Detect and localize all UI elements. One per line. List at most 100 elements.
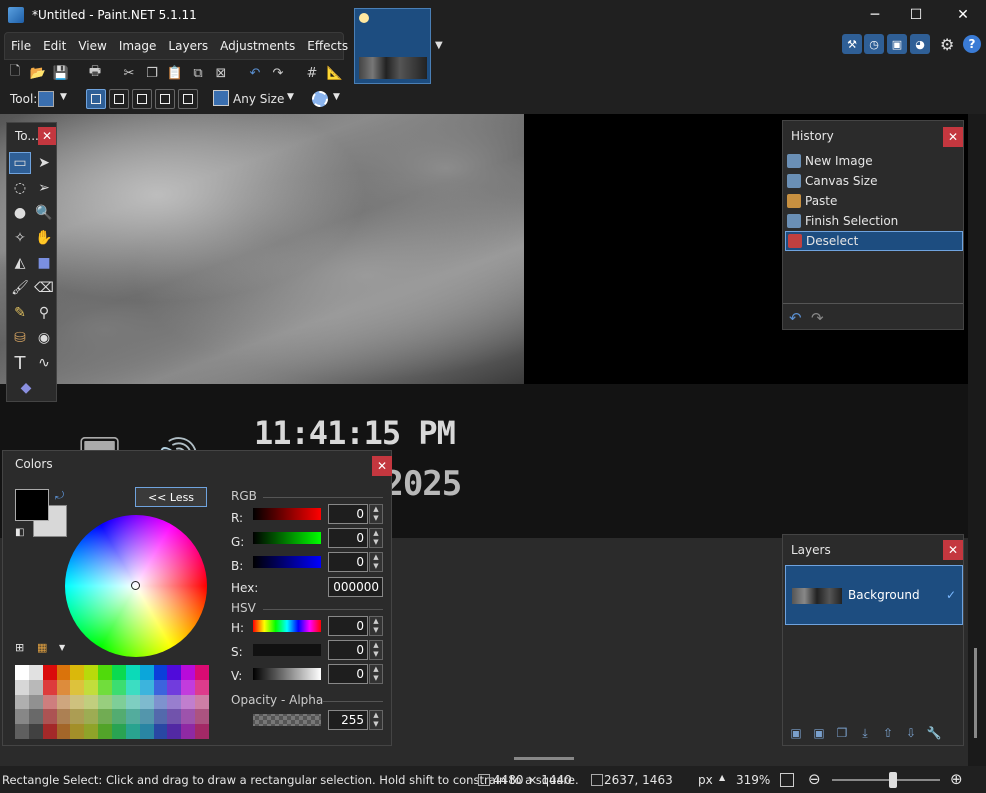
palette-swatch[interactable] — [84, 709, 99, 725]
palette-swatch[interactable] — [98, 709, 112, 725]
palette-swatch[interactable] — [139, 709, 154, 725]
palette-swatch[interactable] — [84, 724, 99, 739]
magic-wand-icon[interactable]: ✧ — [9, 227, 31, 249]
zoom-slider[interactable] — [832, 779, 940, 781]
text-icon[interactable]: T — [9, 352, 31, 374]
colors-window-toggle-icon[interactable]: ◕ — [910, 34, 930, 54]
palette-swatch[interactable] — [139, 724, 154, 739]
history-window-toggle-icon[interactable]: ◷ — [864, 34, 884, 54]
tool-dropdown-chevron-icon[interactable]: ▼ — [60, 92, 67, 102]
palette-swatch[interactable] — [195, 665, 209, 680]
current-tool-rectangle-select-icon[interactable] — [38, 91, 54, 107]
red-input[interactable]: 0 — [328, 504, 368, 524]
hex-input[interactable]: 000000 — [328, 577, 383, 597]
palette-swatch[interactable] — [181, 709, 196, 725]
palette-swatch[interactable] — [70, 665, 85, 680]
palette-swatch[interactable] — [28, 709, 43, 725]
palette-swatch[interactable] — [195, 694, 209, 710]
palette-swatch[interactable] — [42, 709, 57, 725]
palette-swatch[interactable] — [84, 665, 99, 680]
blue-input[interactable]: 0 — [328, 552, 368, 572]
image-list-menu-icon[interactable]: ▼ — [435, 40, 443, 51]
primary-color-swatch[interactable] — [15, 489, 49, 521]
pencil-icon[interactable]: ✎ — [9, 302, 31, 324]
copy-icon[interactable]: ❐ — [142, 63, 162, 83]
palette-swatch[interactable] — [153, 665, 168, 680]
move-layer-down-icon[interactable]: ⇩ — [902, 725, 920, 741]
menu-edit[interactable]: Edit — [37, 39, 72, 53]
new-image-icon[interactable]: 🗋 — [5, 63, 25, 83]
palette-swatch[interactable] — [84, 694, 99, 710]
palette-swatch[interactable] — [15, 679, 29, 695]
palette-swatch[interactable] — [153, 679, 168, 695]
tools-close-icon[interactable]: ✕ — [38, 127, 56, 145]
alpha-spinner[interactable]: ▲ ▼ — [369, 710, 383, 730]
add-to-palette-icon[interactable]: ⊞ — [15, 641, 24, 654]
history-item-deselect[interactable]: Deselect — [785, 231, 963, 251]
shapes-icon[interactable]: ◆ — [15, 377, 37, 399]
hue-input[interactable]: 0 — [328, 616, 368, 636]
palette-swatch[interactable] — [181, 665, 196, 680]
colors-close-icon[interactable]: ✕ — [372, 456, 392, 476]
value-input[interactable]: 0 — [328, 664, 368, 684]
palette-swatch[interactable] — [125, 724, 140, 739]
value-spinner[interactable]: ▲ ▼ — [369, 664, 383, 684]
palette-swatch[interactable] — [139, 694, 154, 710]
palette-swatch[interactable] — [125, 665, 140, 680]
alpha-slider[interactable] — [253, 714, 321, 726]
palette-swatch[interactable] — [56, 679, 71, 695]
layers-close-icon[interactable]: ✕ — [943, 540, 963, 560]
saturation-spinner[interactable]: ▲ ▼ — [369, 640, 383, 660]
palette-swatch[interactable] — [167, 724, 182, 739]
duplicate-layer-icon[interactable]: ❐ — [833, 725, 851, 741]
zoom-to-window-icon[interactable] — [780, 773, 794, 787]
history-item-canvas-size[interactable]: Canvas Size — [785, 171, 963, 191]
menu-file[interactable]: File — [5, 39, 37, 53]
palette-swatch[interactable] — [42, 679, 57, 695]
palette-swatch[interactable] — [28, 679, 43, 695]
zoom-slider-thumb[interactable] — [889, 772, 897, 788]
minimize-icon[interactable]: ─ — [852, 0, 898, 30]
reset-colors-icon[interactable]: ◧ — [15, 527, 24, 538]
antialiasing-icon[interactable] — [312, 91, 328, 107]
merge-layer-down-icon[interactable]: ⤓ — [856, 725, 874, 741]
zoom-icon[interactable]: 🔍 — [33, 202, 55, 224]
palette-swatch[interactable] — [98, 694, 112, 710]
selection-size-dropdown[interactable]: Any Size — [233, 92, 284, 106]
image-tab-untitled[interactable] — [354, 8, 431, 84]
color-palette[interactable] — [15, 665, 209, 739]
palette-swatch[interactable] — [153, 694, 168, 710]
palette-swatch[interactable] — [111, 665, 126, 680]
paint-bucket-icon[interactable]: ◭ — [9, 252, 31, 274]
palette-swatch[interactable] — [111, 724, 126, 739]
palette-swatch[interactable] — [56, 709, 71, 725]
palette-swatch[interactable] — [98, 679, 112, 695]
tools-window-toggle-icon[interactable]: ⚒ — [842, 34, 862, 54]
palette-swatch[interactable] — [28, 665, 43, 680]
palette-swatch[interactable] — [42, 665, 57, 680]
palette-swatch[interactable] — [125, 694, 140, 710]
pan-hand-icon[interactable]: ✋ — [33, 227, 55, 249]
saturation-slider[interactable] — [253, 644, 321, 656]
selection-mode-intersect-icon[interactable] — [155, 89, 175, 109]
horizontal-scrollbar[interactable] — [514, 757, 574, 760]
palette-swatch[interactable] — [167, 679, 182, 695]
green-slider[interactable] — [253, 532, 321, 544]
palette-swatch[interactable] — [28, 724, 43, 739]
recolor-icon[interactable]: ◉ — [33, 327, 55, 349]
selection-mode-replace-icon[interactable] — [86, 89, 106, 109]
layer-visibility-checkbox[interactable]: ✓ — [946, 588, 956, 602]
palette-swatch[interactable] — [56, 694, 71, 710]
palette-swatch[interactable] — [167, 665, 182, 680]
palette-swatch[interactable] — [195, 679, 209, 695]
palette-swatch[interactable] — [84, 679, 99, 695]
red-slider[interactable] — [253, 508, 321, 520]
palette-swatch[interactable] — [15, 709, 29, 725]
selection-mode-invert-icon[interactable] — [178, 89, 198, 109]
palette-swatch[interactable] — [125, 709, 140, 725]
delete-layer-icon[interactable]: ▣ — [810, 725, 828, 741]
move-selected-pixels-icon[interactable]: ➤ — [33, 152, 55, 174]
save-icon[interactable]: 💾 — [51, 63, 71, 83]
deselect-icon[interactable]: ⊠ — [211, 63, 231, 83]
palette-swatch[interactable] — [153, 724, 168, 739]
